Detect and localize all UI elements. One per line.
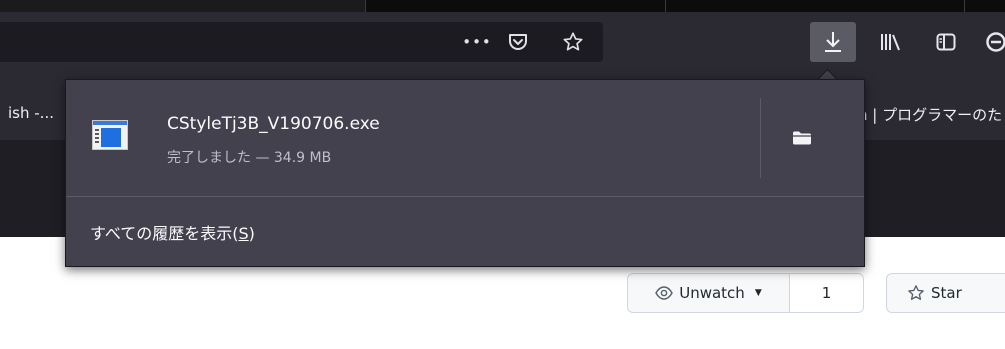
show-all-close-paren: ): [248, 223, 255, 243]
watch-button-group: Unwatch ▼ 1: [627, 273, 864, 313]
show-all-text: すべての履歴を表示(: [90, 223, 239, 243]
exe-file-icon: [92, 120, 128, 150]
caret-down-icon: ▼: [754, 288, 762, 298]
download-icon: [825, 32, 841, 52]
sidebar-icon: [936, 33, 956, 51]
downloads-panel: CStyleTj3B_V190706.exe 完了しました — 34.9 MB …: [65, 79, 865, 267]
show-all-downloads-label: すべての履歴を表示(S): [90, 220, 255, 244]
download-item[interactable]: CStyleTj3B_V190706.exe 完了しました — 34.9 MB: [66, 80, 864, 196]
url-bar[interactable]: •••: [0, 22, 603, 62]
watchers-count[interactable]: 1: [789, 274, 863, 312]
account-button[interactable]: [976, 22, 1005, 62]
sidebar-button[interactable]: [926, 22, 966, 62]
eye-icon: [655, 286, 674, 300]
star-outline-icon: [908, 285, 924, 300]
download-status: 完了しました — 34.9 MB: [167, 150, 332, 166]
item-divider: [760, 98, 761, 178]
unwatch-label: Unwatch: [679, 284, 745, 302]
account-icon: [986, 32, 1005, 52]
bookmark-item[interactable]: ish -...: [8, 104, 54, 122]
tab-strip: [0, 0, 1005, 12]
tab-separator: [665, 0, 666, 12]
more-icon: •••: [462, 33, 492, 51]
tab-separator: [964, 0, 965, 12]
library-icon: [881, 34, 900, 51]
watchers-count-label: 1: [821, 284, 832, 302]
bookmark-item[interactable]: n | プログラマーのた: [858, 104, 1002, 125]
pocket-button[interactable]: [501, 22, 535, 62]
star-button-group: Star: [886, 273, 1005, 313]
open-folder-button[interactable]: [782, 120, 822, 156]
star-label: Star: [931, 284, 962, 302]
tab[interactable]: [0, 0, 365, 12]
page-actions-button[interactable]: •••: [460, 22, 494, 62]
navigation-toolbar: •••: [0, 12, 1005, 74]
tab-separator: [365, 0, 366, 12]
accesskey-letter: S: [238, 223, 249, 243]
folder-icon: [793, 131, 811, 145]
star-button[interactable]: Star: [887, 274, 974, 312]
pocket-icon: [509, 34, 527, 50]
bookmark-star-button[interactable]: [556, 22, 590, 62]
downloads-button[interactable]: [810, 22, 856, 62]
library-button[interactable]: [872, 22, 912, 62]
star-icon: [563, 32, 583, 51]
unwatch-button[interactable]: Unwatch ▼: [628, 274, 789, 312]
download-filename: CStyleTj3B_V190706.exe: [167, 114, 380, 134]
show-all-downloads-button[interactable]: すべての履歴を表示(S): [66, 197, 864, 266]
